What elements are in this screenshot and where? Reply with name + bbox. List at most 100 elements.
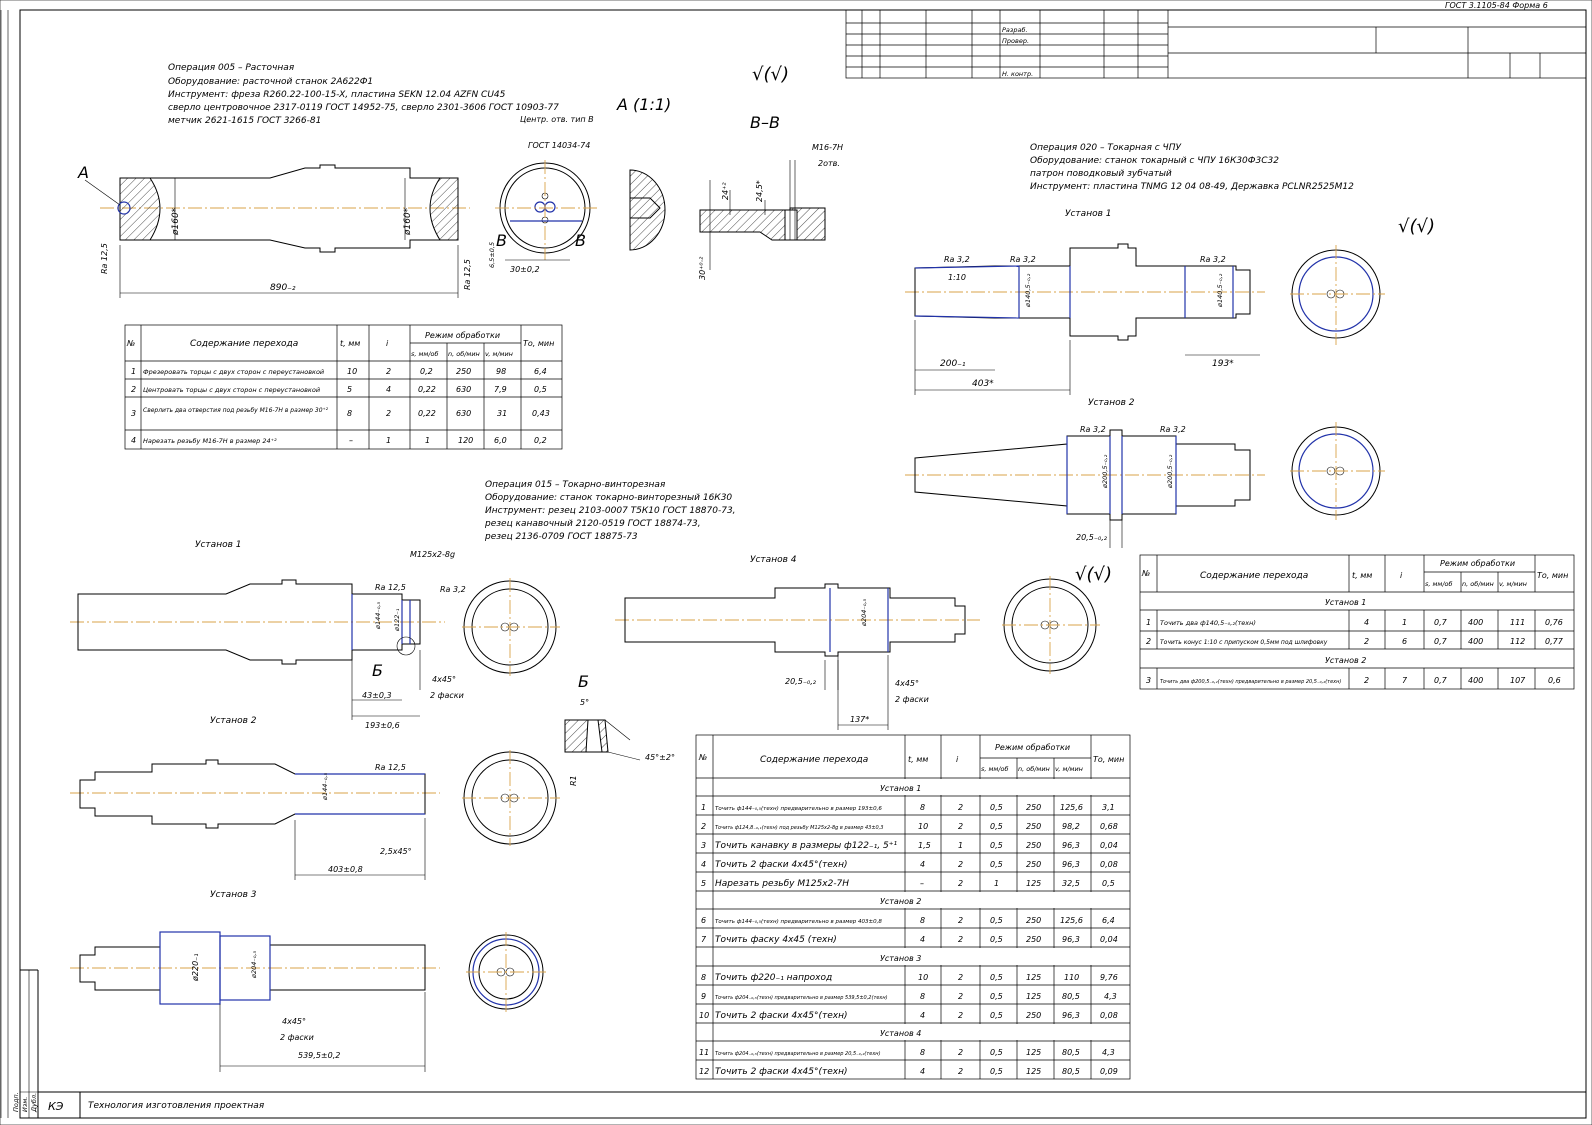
op020-ra32-2: Ra 3,2 (1010, 255, 1036, 264)
op015-ra125-2: Ra 12,5 (375, 763, 406, 772)
svg-text:Точить ф124,8₋₀,₁(техн) под ре: Точить ф124,8₋₀,₁(техн) под резьбу М125х… (715, 825, 883, 831)
svg-text:То, мин: То, мин (1537, 571, 1568, 580)
svg-text:Нарезать резьбу М16-7Н в разме: Нарезать резьбу М16-7Н в размер 24⁺² (143, 437, 277, 445)
op020-ra32-1: Ra 3,2 (944, 255, 970, 264)
svg-text:Режим обработки: Режим обработки (995, 743, 1070, 752)
svg-text:Содержание перехода: Содержание перехода (1200, 571, 1308, 581)
svg-text:125: 125 (1026, 992, 1041, 1001)
svg-text:n, об/мин: n, об/мин (1018, 765, 1050, 773)
dim-6-5: 6,5±0,5 (488, 242, 496, 268)
svg-text:0,5: 0,5 (990, 916, 1003, 925)
svg-text:0,5: 0,5 (990, 992, 1003, 1001)
svg-text:6: 6 (701, 916, 706, 925)
svg-text:Точить ф204₋₀,₅(техн) предвари: Точить ф204₋₀,₅(техн) предварительно в р… (715, 1051, 881, 1057)
op015-chamfer-1: 4x45° (432, 675, 456, 684)
op020-dim-20-5: 20,5₋₀,₂ (1076, 533, 1108, 542)
center-hole-label: Центр. отв. тип В (520, 115, 594, 124)
op015-setup2-end-view (462, 750, 560, 846)
svg-text:0,5: 0,5 (990, 841, 1003, 850)
svg-text:8: 8 (920, 803, 925, 812)
svg-text:250: 250 (1026, 935, 1041, 944)
svg-text:t, мм: t, мм (1352, 571, 1372, 580)
role-developer: Разраб. (1002, 26, 1028, 34)
op015-setup-1-label: Установ 1 (195, 540, 241, 550)
svg-text:0,2: 0,2 (420, 367, 433, 376)
svg-text:630: 630 (456, 409, 471, 418)
svg-text:Точить ф144₋₀,₅(техн) предвари: Точить ф144₋₀,₅(техн) предварительно в р… (715, 806, 882, 812)
op015-chamfer-25: 2,5x45° (380, 847, 412, 856)
svg-text:0,5: 0,5 (990, 1067, 1003, 1076)
svg-text:250: 250 (1026, 916, 1041, 925)
svg-text:s, мм/об: s, мм/об (981, 765, 1009, 773)
svg-text:0,76: 0,76 (1545, 618, 1563, 627)
svg-text:2: 2 (1146, 637, 1151, 646)
svg-text:2: 2 (958, 860, 963, 869)
op015-setup4-shaft (615, 583, 980, 730)
svg-text:12: 12 (699, 1067, 709, 1076)
op015-d144-1: ø144₋₀,₅ (374, 602, 382, 630)
svg-text:2: 2 (1364, 676, 1369, 685)
svg-text:1: 1 (425, 436, 430, 445)
thread-holes-count: 2отв. (818, 159, 840, 168)
svg-text:Нарезать резьбу М125х2-7Н: Нарезать резьбу М125х2-7Н (715, 879, 849, 889)
svg-text:5: 5 (347, 385, 352, 394)
svg-text:10: 10 (918, 822, 928, 831)
svg-text:Операция 005 – Расточная: Операция 005 – Расточная (168, 63, 295, 73)
op015-ra32-1: Ra 3,2 (440, 585, 466, 594)
dim-30: 30±0,2 (510, 265, 540, 274)
svg-text:6: 6 (1402, 637, 1407, 646)
section-label-a: А (77, 163, 89, 182)
svg-text:0,5: 0,5 (990, 935, 1003, 944)
svg-text:Установ 1: Установ 1 (1325, 598, 1366, 607)
svg-text:1: 1 (958, 841, 963, 850)
svg-text:0,5: 0,5 (990, 1048, 1003, 1057)
svg-text:0,09: 0,09 (1100, 1067, 1118, 1076)
svg-text:1: 1 (701, 803, 706, 812)
svg-text:Операция 015 – Токарно-винторе: Операция 015 – Токарно-винторезная (485, 480, 666, 490)
svg-text:Оборудование: станок токарно-в: Оборудование: станок токарно-винторезный… (485, 493, 732, 503)
svg-text:110: 110 (1064, 973, 1079, 982)
drawing-sheet: ГОСТ 3.1105-84 Форма 6 Разраб. Провер. Н… (0, 0, 1592, 1125)
svg-text:патрон поводковый зубчатый: патрон поводковый зубчатый (1030, 169, 1172, 179)
op015-detail-b (564, 719, 641, 761)
svg-text:7,9: 7,9 (494, 385, 507, 394)
svg-text:0,5: 0,5 (990, 822, 1003, 831)
svg-text:2: 2 (386, 409, 391, 418)
side-label-2: Изм. (21, 1097, 29, 1112)
svg-text:Инструмент: пластина TNMG 12 0: Инструмент: пластина TNMG 12 04 08-49, Д… (1030, 182, 1354, 192)
op015-angle-45: 45°±2° (645, 753, 675, 762)
op015-angle-5: 5° (580, 698, 589, 707)
svg-text:0,77: 0,77 (1545, 637, 1564, 646)
svg-text:3,1: 3,1 (1102, 803, 1115, 812)
svg-text:6,0: 6,0 (494, 436, 507, 445)
roughness-symbol-op020: √(√) (1398, 216, 1435, 237)
svg-text:1: 1 (1146, 618, 1151, 627)
svg-text:2: 2 (958, 822, 963, 831)
svg-text:2: 2 (958, 1048, 963, 1057)
center-hole-std: ГОСТ 14034-74 (528, 141, 590, 150)
op015-d204-1: ø204₋₀,₅ (250, 951, 258, 979)
svg-text:v, м/мин: v, м/мин (1499, 580, 1527, 588)
doc-name: Технология изготовления проектная (88, 1101, 265, 1111)
op005-table-text: № Содержание перехода t, мм i Режим обра… (126, 331, 554, 445)
svg-text:96,3: 96,3 (1062, 1011, 1080, 1020)
svg-text:4: 4 (920, 935, 925, 944)
svg-text:Оборудование: расточной станок: Оборудование: расточной станок 2А622Ф1 (168, 77, 373, 87)
op015-setup4-end-view (1002, 576, 1100, 674)
svg-text:0,5: 0,5 (990, 803, 1003, 812)
svg-text:250: 250 (1026, 1011, 1041, 1020)
svg-text:s, мм/об: s, мм/об (411, 350, 439, 358)
svg-text:6,4: 6,4 (534, 367, 547, 376)
svg-text:1,5: 1,5 (918, 841, 931, 850)
svg-text:8: 8 (701, 973, 706, 982)
svg-text:Точить 2 фаски 4х45°(техн): Точить 2 фаски 4х45°(техн) (715, 1067, 848, 1077)
svg-text:i: i (956, 755, 959, 764)
op015-setup-2-label: Установ 2 (210, 716, 257, 726)
svg-text:Оборудование: станок токарный: Оборудование: станок токарный с ЧПУ 16К3… (1030, 156, 1279, 166)
op020-ra32-4: Ra 3,2 (1080, 425, 1106, 434)
svg-text:0,5: 0,5 (990, 1011, 1003, 1020)
svg-text:4: 4 (920, 860, 925, 869)
svg-text:96,3: 96,3 (1062, 841, 1080, 850)
svg-text:i: i (386, 339, 389, 348)
svg-text:Установ 2: Установ 2 (1325, 656, 1366, 665)
